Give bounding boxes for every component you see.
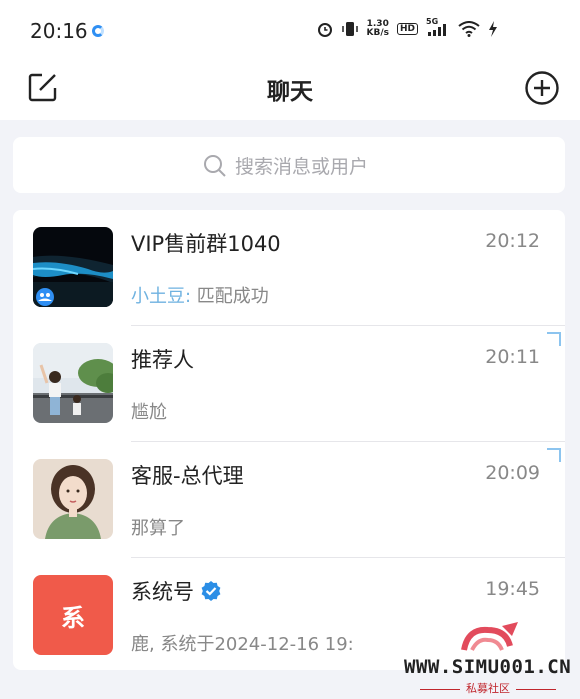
chat-time: 20:12 <box>485 230 540 252</box>
chat-time: 20:11 <box>485 346 540 368</box>
status-time: 20:16 <box>30 19 88 43</box>
system-avatar: 系 <box>33 575 113 655</box>
chat-item-vip-group[interactable]: VIP售前群1040 20:12 小土豆: 匹配成功 <box>13 210 565 326</box>
page-title: 聊天 <box>267 79 313 105</box>
chat-name: 客服-总代理 <box>131 464 244 488</box>
chat-sender: 小土豆: <box>131 286 192 307</box>
verified-badge-icon <box>201 581 221 601</box>
app-indicator-icon <box>92 25 104 37</box>
chat-time: 20:09 <box>485 462 540 484</box>
wifi-icon <box>458 21 480 37</box>
system-avatar-text: 系 <box>61 603 85 632</box>
vibrate-icon <box>341 22 358 36</box>
group-avatar <box>33 227 113 307</box>
chat-time: 19:45 <box>485 578 540 600</box>
chat-preview: 那算了 <box>131 518 185 539</box>
chat-list: VIP售前群1040 20:12 小土豆: 匹配成功 推荐人 20:11 尴尬 … <box>13 210 565 670</box>
charging-icon <box>489 21 497 37</box>
search-icon <box>204 154 226 177</box>
watermark-subtitle: 私募社区 <box>400 680 576 696</box>
chat-preview: 尴尬 <box>131 402 167 423</box>
chat-message: 匹配成功 <box>191 286 269 307</box>
watermark-logo <box>461 622 518 651</box>
search-placeholder: 搜索消息或用户 <box>235 156 369 178</box>
watermark-text: WWW.SIMU001.CN <box>404 656 572 678</box>
signal-icon: 5G <box>426 17 450 38</box>
user-avatar <box>33 343 113 423</box>
pinned-corner-icon <box>547 448 561 462</box>
chat-name: 推荐人 <box>131 348 194 372</box>
alarm-icon <box>317 23 332 37</box>
pinned-corner-icon <box>547 332 561 346</box>
chat-preview: 鹿, 系统于2024-12-16 19: <box>131 634 354 655</box>
network-speed: 1.30 KB/s <box>366 19 389 38</box>
chat-item-referrer[interactable]: 推荐人 20:11 尴尬 <box>13 326 565 442</box>
chat-name: 系统号 <box>131 576 222 606</box>
user-avatar <box>33 459 113 539</box>
chat-item-customer-service[interactable]: 客服-总代理 20:09 那算了 <box>13 442 565 558</box>
watermark: WWW.SIMU001.CN 私募社区 <box>400 620 580 699</box>
hd-badge: HD <box>396 23 418 35</box>
plus-circle-icon[interactable] <box>524 70 560 106</box>
status-icons: 1.30 KB/s HD 5G <box>317 17 499 38</box>
search-input[interactable]: 搜索消息或用户 <box>13 137 565 193</box>
chat-name: VIP售前群1040 <box>131 232 281 256</box>
status-bar: 20:16 1.30 KB/s HD 5G <box>0 0 580 62</box>
search-placeholder-row: 搜索消息或用户 <box>203 152 368 179</box>
header: 聊天 <box>0 62 580 120</box>
chat-preview: 小土豆: 匹配成功 <box>131 282 269 308</box>
